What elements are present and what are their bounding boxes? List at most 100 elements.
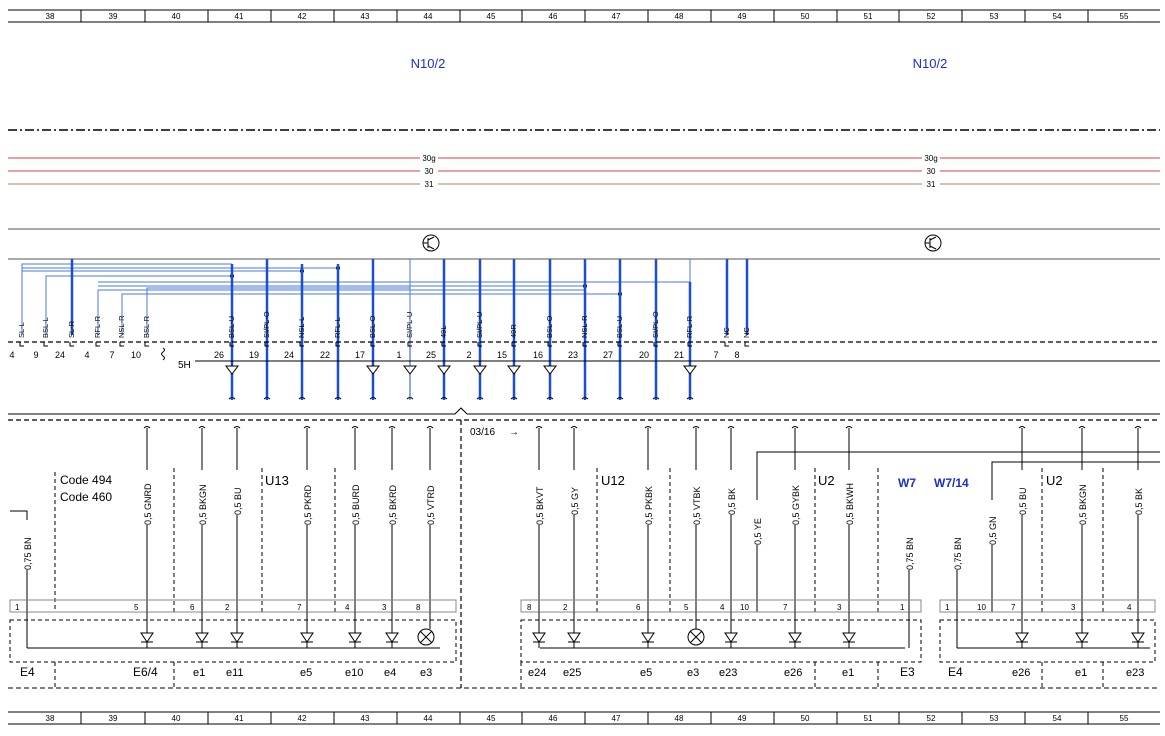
group-label-u13: U13 (265, 473, 289, 488)
ruler-col: 47 (612, 12, 621, 21)
lamp-pin: 5 (134, 603, 139, 612)
lamp-pin: 4 (720, 603, 725, 612)
ruler-col: 48 (675, 12, 684, 21)
led-icon (348, 612, 362, 648)
ref-link-w7[interactable]: W7 (898, 476, 916, 490)
led-icon (724, 612, 738, 648)
component-label: e26 (784, 667, 802, 679)
lamp-pin: 7 (297, 603, 302, 612)
ruler-col: 46 (549, 714, 558, 723)
led-icon (195, 612, 209, 648)
component-label: e1 (193, 667, 205, 679)
signal-label: NSL-R (117, 315, 126, 338)
led-icon (230, 612, 244, 648)
ruler-col: 51 (864, 714, 873, 723)
pin-number: 8 (734, 350, 739, 360)
pin-number: 4 (9, 350, 14, 360)
component-label: e23 (1126, 667, 1144, 679)
ruler-col: 44 (424, 714, 433, 723)
bus-label: 30g (924, 154, 937, 163)
ruler-col: 50 (801, 12, 810, 21)
component-label: e23 (719, 667, 737, 679)
signal-label: NSL-L (297, 317, 306, 338)
lamp-pin: 4 (345, 603, 350, 612)
ruler-col: 42 (298, 12, 307, 21)
ruler-col: 40 (172, 12, 181, 21)
signal-label: SL-R (67, 320, 76, 338)
wire-label: 0,5 BU (1018, 487, 1028, 515)
pin-number: 25 (426, 350, 436, 360)
wire-label: 0,75 BN (953, 537, 963, 570)
ruler-col: 41 (235, 12, 244, 21)
pin-number: 24 (55, 350, 65, 360)
ruler-col: 52 (927, 12, 936, 21)
transistor-icon (924, 234, 942, 252)
lamp-pin: 10 (977, 603, 986, 612)
signal-label: SI/PL-O (651, 311, 660, 338)
wire-label: 0,75 BN (23, 537, 33, 570)
wire-label: 0,5 BKGN (1078, 484, 1088, 525)
signal-label: RFL-R (93, 315, 102, 338)
top-ruler (8, 9, 1160, 23)
page-reference[interactable]: 03/16 (470, 427, 495, 438)
signal-label: 49R (509, 324, 518, 338)
component-label: E3 (900, 665, 915, 679)
wire-break-marks (228, 397, 694, 400)
ruler-col: 44 (424, 12, 433, 21)
led-icon (140, 612, 154, 648)
component-label: e5 (640, 667, 652, 679)
module-title-left: N10/2 (411, 56, 446, 71)
component-label: E6/4 (133, 665, 158, 679)
signal-label: BSL-O (545, 315, 554, 338)
wire-label: 0,5 BKGN (198, 484, 208, 525)
ruler-col: 54 (1053, 12, 1062, 21)
ruler-col: 43 (361, 12, 370, 21)
pin-number: 21 (674, 350, 684, 360)
signal-label: RFL-L (333, 317, 342, 338)
lamp-pin: 3 (382, 603, 387, 612)
ruler-col: 38 (46, 12, 55, 21)
pin-number: 16 (533, 350, 543, 360)
ruler-col: 43 (361, 714, 370, 723)
wire-label: 0,5 GN (988, 516, 998, 545)
pin-number: 4 (84, 350, 89, 360)
ruler-col: 39 (109, 12, 118, 21)
ruler-col: 47 (612, 714, 621, 723)
bus-label: 30 (425, 167, 434, 176)
led-icon (567, 612, 581, 648)
signal-label: SL-L (17, 322, 26, 338)
lamp-pin: 1 (900, 603, 905, 612)
wire-label: 0,75 BN (905, 537, 915, 570)
component-label: e1 (842, 667, 854, 679)
break-symbol-icon (161, 347, 165, 361)
power-bus (8, 157, 1160, 185)
bus-label: 31 (425, 180, 434, 189)
signal-label: SI/PL-U (475, 312, 484, 338)
pin-number: 1 (396, 350, 401, 360)
ruler-col: 53 (990, 12, 999, 21)
pin-markers (225, 365, 697, 375)
ruler-col: 55 (1120, 12, 1129, 21)
component-label: e3 (687, 667, 699, 679)
wire-label: 0,5 VTRD (426, 485, 436, 525)
pin-number: 20 (639, 350, 649, 360)
wire-label: 0,5 BKWH (845, 483, 855, 525)
wire-label: 0,5 GY (570, 487, 580, 515)
bus-label: 30 (927, 167, 936, 176)
wire-label: 0,5 YE (753, 518, 763, 545)
ruler-col: 53 (990, 714, 999, 723)
led-icon (641, 612, 655, 648)
wire-label: 0,5 BK (727, 488, 737, 515)
component-label: e25 (563, 667, 581, 679)
lamp-pin: 1 (945, 603, 950, 612)
ref-link-w7-14[interactable]: W7/14 (934, 476, 969, 490)
bulb-icon (417, 612, 435, 646)
component-label: E4 (948, 665, 963, 679)
lamp-pin: 2 (225, 603, 230, 612)
group-label-u2: U2 (818, 473, 835, 488)
wire-label: 0,5 BK (1134, 488, 1144, 515)
bus-label: 31 (927, 180, 936, 189)
ruler-col: 38 (46, 714, 55, 723)
ruler-col: 49 (738, 12, 747, 21)
ruler-col: 55 (1120, 714, 1129, 723)
